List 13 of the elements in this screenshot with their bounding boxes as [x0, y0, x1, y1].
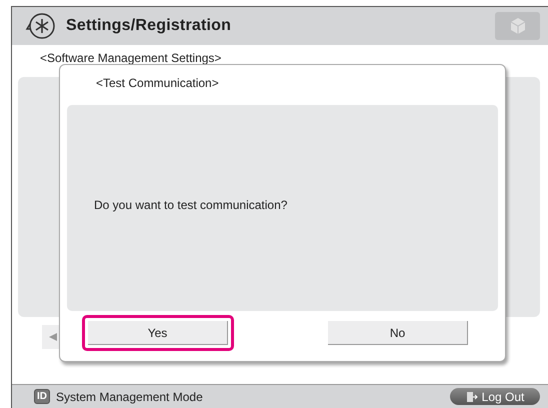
cube-button[interactable] — [495, 12, 540, 40]
dialog-title: <Test Communication> — [95, 75, 220, 92]
cube-icon — [508, 17, 526, 35]
id-badge: ID — [34, 389, 50, 404]
logout-icon — [466, 390, 478, 402]
screen-title: Settings/Registration — [66, 17, 232, 35]
mode-label: System Management Mode — [56, 390, 204, 404]
back-arrow-icon — [48, 332, 58, 342]
dialog-message: Do you want to test communication? — [94, 198, 288, 212]
dialog-button[interactable]: Yes — [88, 321, 228, 345]
logout-button[interactable]: Log Out — [450, 388, 540, 405]
dialog-button[interactable]: No — [328, 321, 468, 345]
section-title: <Software Management Settings> — [39, 50, 222, 67]
